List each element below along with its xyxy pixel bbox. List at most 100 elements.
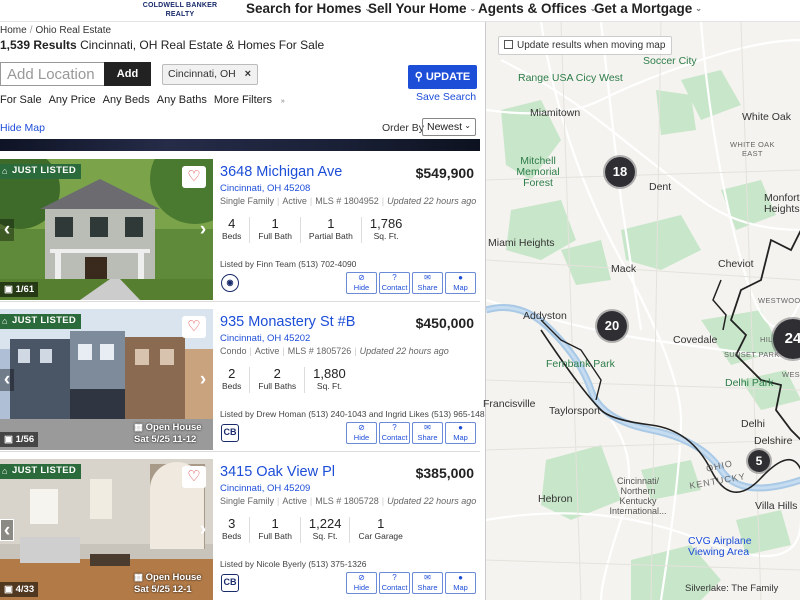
- hide-button[interactable]: ⊘ Hide: [346, 422, 377, 444]
- calendar-icon: ▦: [134, 572, 143, 583]
- stat-sqft: 1,224 Sq. Ft.: [299, 517, 350, 543]
- listing-address[interactable]: 3415 Oak View Pl: [220, 464, 335, 480]
- listing-address[interactable]: 935 Monastery St #B: [220, 314, 355, 330]
- filter-baths[interactable]: Any Baths: [157, 94, 207, 106]
- filter-price[interactable]: Any Price: [49, 94, 96, 106]
- just-listed-badge: ⌂ JUST LISTED: [0, 464, 82, 479]
- next-photo-arrow[interactable]: ›: [196, 519, 210, 541]
- listing-city[interactable]: Cincinnati, OH 45202: [220, 333, 310, 344]
- sort-select[interactable]: Newest ⌄: [422, 118, 476, 136]
- just-listed-badge: ⌂ JUST LISTED: [0, 164, 82, 179]
- listing-city[interactable]: Cincinnati, OH 45208: [220, 183, 310, 194]
- location-input[interactable]: Add Location: [0, 62, 104, 86]
- favorite-heart-icon[interactable]: ♡: [182, 316, 206, 338]
- share-button[interactable]: ✉ Share: [412, 272, 443, 294]
- map-label: Delshire: [754, 435, 793, 447]
- map-button[interactable]: ● Map: [445, 572, 476, 594]
- hide-button[interactable]: ⊘ Hide: [346, 572, 377, 594]
- map-label: SUNSET PARK: [724, 350, 780, 359]
- just-listed-badge: ⌂ JUST LISTED: [0, 314, 82, 329]
- map-pin-icon: ●: [458, 273, 463, 282]
- listing-city[interactable]: Cincinnati, OH 45209: [220, 483, 310, 494]
- listing-photo[interactable]: ⌂ JUST LISTED ♡ ‹ › ▣ 1/56 ▦ Open House Sa…: [0, 309, 213, 450]
- listed-by: Listed by Drew Homan (513) 240-1043 and …: [220, 409, 485, 419]
- listing-meta: Condo | Active | MLS # 1805726 | Updated 22 ho…: [220, 346, 449, 356]
- contact-button[interactable]: ? Contact: [379, 422, 410, 444]
- map-cluster-marker[interactable]: 18: [603, 155, 637, 189]
- filter-for-sale[interactable]: For Sale: [0, 94, 42, 106]
- map-label: Miamitown: [530, 107, 581, 119]
- nav-search-homes[interactable]: Search for Homes ⌄: [246, 1, 371, 16]
- prev-photo-arrow[interactable]: ‹: [0, 519, 14, 541]
- map-label: Silverlake: The Family: [685, 583, 779, 594]
- map-button[interactable]: ● Map: [445, 272, 476, 294]
- map-label: Range USA Cicy West: [518, 72, 623, 84]
- map-label: Dent: [649, 181, 672, 193]
- map-cluster-marker[interactable]: 20: [595, 309, 629, 343]
- listing-card[interactable]: ⌂ JUST LISTED ♡ ‹ › ▣ 1/61 3648 Michigan …: [0, 159, 480, 302]
- map-label: Monfort Heights: [764, 192, 800, 215]
- favorite-heart-icon[interactable]: ♡: [182, 466, 206, 488]
- question-icon: ?: [392, 573, 397, 582]
- map-label: Miami Heights: [488, 237, 555, 249]
- listing-photo[interactable]: ⌂ JUST LISTED ♡ ‹ › ▣ 1/61: [0, 159, 213, 300]
- nav-agents-offices[interactable]: Agents & Offices ⌄: [478, 1, 596, 16]
- map-pin-icon: ●: [458, 423, 463, 432]
- camera-icon: ▣: [4, 284, 13, 295]
- listing-photo[interactable]: ⌂ JUST LISTED ♡ ‹ › ▣ 4/33 ▦ Open House Sa…: [0, 459, 213, 600]
- mail-icon: ✉: [424, 423, 431, 432]
- map-button[interactable]: ● Map: [445, 422, 476, 444]
- prev-photo-arrow[interactable]: ‹: [0, 369, 14, 391]
- contact-button[interactable]: ? Contact: [379, 572, 410, 594]
- update-button[interactable]: ⚲ UPDATE: [408, 65, 477, 89]
- map-label: Taylorsport: [549, 405, 601, 417]
- share-button[interactable]: ✉ Share: [412, 572, 443, 594]
- listing-card[interactable]: ⌂ JUST LISTED ♡ ‹ › ▣ 4/33 ▦ Open House Sa…: [0, 459, 480, 600]
- results-panel: Home / Ohio Real Estate 1,539 Results Cinc…: [0, 22, 485, 600]
- map-pin-icon: ●: [458, 573, 463, 582]
- listing-price: $385,000: [415, 465, 474, 481]
- filter-beds[interactable]: Any Beds: [103, 94, 150, 106]
- stat-garage: 1 Car Garage: [349, 517, 410, 543]
- results-count: 1,539 Results: [0, 38, 77, 52]
- brand-logo[interactable]: COLDWELL BANKER REALTY: [138, 1, 222, 19]
- remove-chip-icon[interactable]: ×: [245, 68, 251, 80]
- stat-beds: 3 Beds: [222, 516, 242, 542]
- stat-sqft: 1,880 Sq. Ft.: [304, 367, 354, 393]
- nav-get-mortgage[interactable]: Get a Mortgage ⌄: [594, 1, 702, 16]
- contact-button[interactable]: ? Contact: [379, 272, 410, 294]
- listing-meta: Single Family | Active | MLS # 1805728 | Updat…: [220, 496, 477, 506]
- update-on-move-checkbox[interactable]: Update results when moving map: [498, 36, 672, 55]
- map-label: Villa Hills: [755, 500, 798, 512]
- map-cluster-marker[interactable]: 5: [746, 448, 772, 474]
- prev-photo-arrow[interactable]: ‹: [0, 219, 14, 241]
- listing-actions: ⊘ Hide? Contact ✉ Share ● Map: [346, 422, 478, 445]
- hide-map-link[interactable]: Hide Map: [0, 122, 45, 134]
- filter-more[interactable]: More Filters »: [214, 94, 285, 106]
- listing-card[interactable]: ⌂ JUST LISTED ♡ ‹ › ▣ 1/56 ▦ Open House Sa…: [0, 309, 485, 452]
- chevron-down-icon: ⌄: [469, 4, 477, 13]
- favorite-heart-icon[interactable]: ♡: [182, 166, 206, 188]
- listing-price: $549,900: [415, 165, 474, 181]
- next-photo-arrow[interactable]: ›: [196, 219, 210, 241]
- photo-count: ▣ 1/61: [0, 282, 39, 297]
- map-label: Cheviot: [718, 258, 754, 270]
- home-icon: ⌂: [2, 466, 8, 476]
- hide-button[interactable]: ⊘ Hide: [346, 272, 377, 294]
- add-location-button[interactable]: Add: [104, 62, 151, 86]
- save-search-link[interactable]: Save Search: [416, 91, 476, 103]
- home-icon: ⌂: [2, 166, 8, 176]
- stat-sqft: 1,786 Sq. Ft.: [360, 217, 411, 243]
- nav-sell-home[interactable]: Sell Your Home ⌄: [368, 1, 476, 16]
- breadcrumb-state[interactable]: Ohio Real Estate: [35, 25, 111, 36]
- hide-icon: ⊘: [358, 573, 365, 582]
- listed-by: Listed by Finn Team (513) 702-4090: [220, 259, 357, 269]
- map-label: CVG Airplane Viewing Area: [688, 535, 752, 558]
- next-photo-arrow[interactable]: ›: [196, 369, 210, 391]
- stat-full-bath: 1 Full Bath: [249, 517, 300, 543]
- stat-full-baths: 2 Full Baths: [249, 367, 304, 393]
- listing-address[interactable]: 3648 Michigan Ave: [220, 164, 342, 180]
- camera-icon: ▣: [4, 584, 13, 595]
- share-button[interactable]: ✉ Share: [412, 422, 443, 444]
- breadcrumb-home[interactable]: Home: [0, 25, 27, 36]
